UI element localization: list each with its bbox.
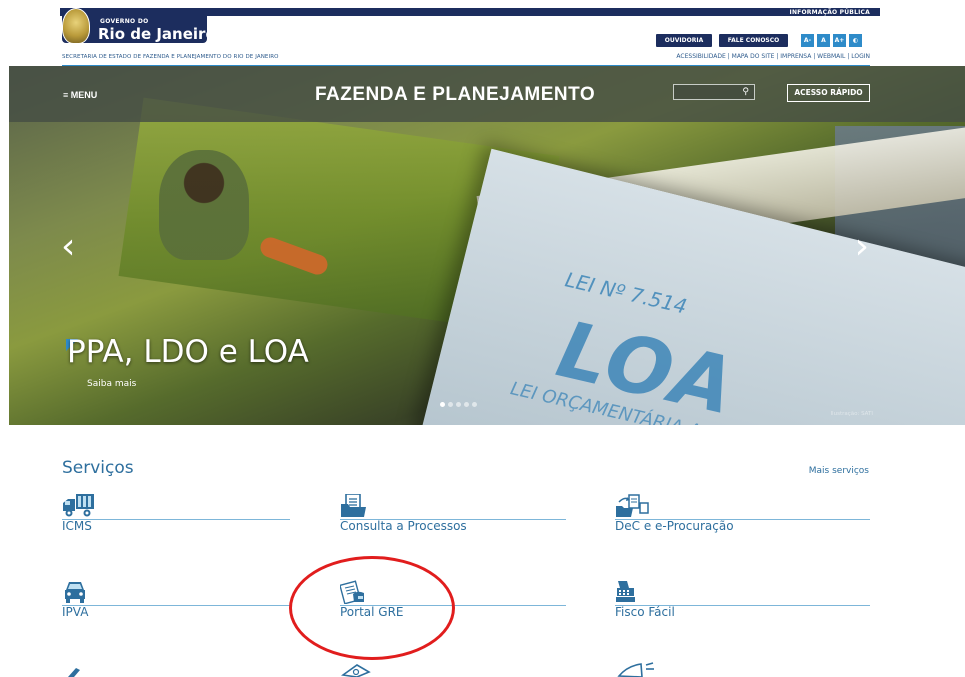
service-label[interactable]: Fisco Fácil bbox=[615, 605, 675, 619]
car-icon bbox=[65, 582, 85, 603]
secretaria-name: SECRETARIA DE ESTADO DE FAZENDA E PLANEJ… bbox=[62, 54, 279, 60]
truck-icon bbox=[63, 494, 94, 517]
site-header: GOVERNO DO Rio de Janeiro SECRETARIA DE … bbox=[0, 8, 965, 66]
service-divider bbox=[62, 519, 290, 520]
contrast-icon[interactable]: ◐ bbox=[849, 34, 862, 47]
logo-title[interactable]: Rio de Janeiro bbox=[98, 25, 216, 43]
mais-servicos-link[interactable]: Mais serviços bbox=[809, 466, 869, 476]
fale-conosco-button[interactable]: FALE CONOSCO bbox=[719, 34, 788, 47]
service-label[interactable]: ICMS bbox=[62, 519, 92, 533]
font-normal-button[interactable]: A bbox=[817, 34, 830, 47]
slide-title[interactable]: PPA, LDO e LOA bbox=[67, 334, 309, 370]
documents-transfer-icon bbox=[616, 494, 649, 517]
coat-of-arms-icon bbox=[62, 8, 90, 44]
service-icms[interactable]: ICMS bbox=[62, 494, 290, 534]
highlight-circle bbox=[289, 556, 455, 660]
top-bar: INFORMAÇÃO PÚBLICA bbox=[0, 0, 965, 18]
carousel-dots bbox=[440, 402, 477, 407]
page: INFORMAÇÃO PÚBLICA GOVERNO DO Rio de Jan… bbox=[0, 0, 965, 677]
megaphone-icon[interactable] bbox=[617, 662, 657, 677]
site-title[interactable]: FAZENDA E PLANEJAMENTO bbox=[315, 84, 595, 106]
carousel-next-icon[interactable]: › bbox=[855, 226, 869, 267]
search-input[interactable]: ⚲ bbox=[673, 84, 755, 100]
money-icon[interactable] bbox=[341, 662, 371, 677]
carousel-dot[interactable] bbox=[472, 402, 477, 407]
font-increase-button[interactable]: A+ bbox=[833, 34, 846, 47]
font-decrease-button[interactable]: A- bbox=[801, 34, 814, 47]
hero-farmer-image bbox=[159, 150, 249, 260]
services-heading: Serviços bbox=[62, 458, 134, 478]
service-fisco-facil[interactable]: Fisco Fácil bbox=[615, 580, 870, 620]
ouvidoria-button[interactable]: OUVIDORIA bbox=[656, 34, 712, 47]
carousel-dot[interactable] bbox=[456, 402, 461, 407]
pencil-icon[interactable] bbox=[66, 664, 86, 677]
image-credit: Ilustração: SATI bbox=[830, 411, 873, 417]
hero-carousel[interactable]: LEI Nº 7.514 LOA LEI ORÇAMENTÁRIA ANUAL … bbox=[9, 66, 965, 425]
carousel-dot[interactable] bbox=[440, 402, 445, 407]
service-label[interactable]: DeC e e-Procuração bbox=[615, 519, 734, 533]
service-ipva[interactable]: IPVA bbox=[62, 580, 290, 620]
cash-register-icon bbox=[616, 581, 635, 602]
main-nav: ≡ MENU FAZENDA E PLANEJAMENTO ⚲ ACESSO R… bbox=[9, 66, 965, 122]
service-dec-eprocuracao[interactable]: DeC e e-Procuração bbox=[615, 494, 870, 534]
carousel-dot[interactable] bbox=[464, 402, 469, 407]
service-label[interactable]: Consulta a Processos bbox=[340, 519, 467, 533]
folder-documents-icon bbox=[341, 494, 366, 517]
logo-small-text: GOVERNO DO bbox=[100, 18, 149, 25]
acesso-rapido-button[interactable]: ACESSO RÁPIDO bbox=[787, 84, 870, 102]
slide-saiba-mais-link[interactable]: Saiba mais bbox=[87, 379, 136, 389]
service-label[interactable]: IPVA bbox=[62, 605, 88, 619]
service-divider bbox=[62, 605, 290, 606]
service-consulta-processos[interactable]: Consulta a Processos bbox=[340, 494, 566, 534]
informacao-publica-link[interactable]: INFORMAÇÃO PÚBLICA bbox=[790, 9, 870, 16]
carousel-dot[interactable] bbox=[448, 402, 453, 407]
menu-button[interactable]: ≡ MENU bbox=[63, 90, 97, 100]
search-icon[interactable]: ⚲ bbox=[742, 87, 749, 97]
carousel-prev-icon[interactable]: ‹ bbox=[61, 226, 75, 267]
utility-links[interactable]: ACESSIBILIDADE | MAPA DO SITE | IMPRENSA… bbox=[676, 53, 870, 60]
